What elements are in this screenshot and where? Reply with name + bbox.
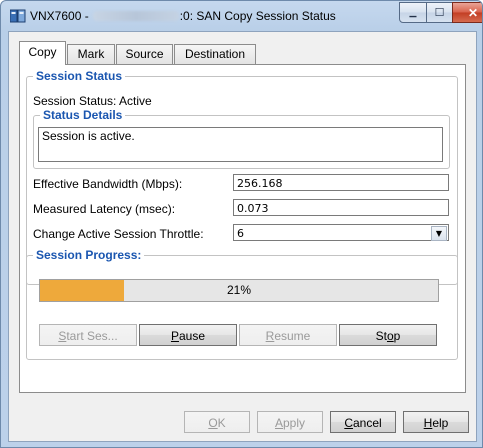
cancel-label-key: C [344, 416, 353, 430]
tab-destination-label: Destination [184, 47, 246, 61]
dialog-window: VNX7600 - :0: SAN Copy Session Status ▁ ☐… [0, 0, 483, 448]
start-label-post: tart Ses... [66, 329, 118, 343]
throttle-select[interactable]: 6 ▼ [233, 224, 449, 241]
minimize-icon: ▁ [409, 7, 417, 17]
apply-label-key: A [274, 416, 283, 430]
stop-button[interactable]: Stop [339, 324, 437, 346]
cancel-label-post: ancel [352, 416, 382, 430]
session-progress-percent: 21% [226, 283, 252, 297]
resume-label-key: R [265, 329, 275, 343]
ok-label-key: O [208, 416, 218, 430]
status-details-legend: Status Details [40, 108, 126, 122]
help-label-post: elp [432, 416, 449, 430]
dialog-client-area: Copy Mark Source Destination Session Sta… [8, 31, 477, 442]
session-status-legend: Session Status [33, 69, 126, 83]
session-progress-bar: 21% [39, 279, 439, 302]
help-button[interactable]: Help [403, 411, 469, 433]
redacted-address [92, 11, 179, 21]
throttle-value: 6 [237, 227, 244, 240]
resume-button[interactable]: Resume [239, 324, 337, 346]
window-title-suffix: :0: SAN Copy Session Status [179, 9, 336, 23]
stop-label-post: p [393, 329, 401, 343]
session-status-text: Session Status: Active [33, 94, 152, 108]
copy-tab-panel: Session Status Session Status: Active St… [19, 64, 466, 393]
status-details-box: Session is active. [38, 127, 443, 162]
pause-label-key: P [170, 329, 179, 343]
maximize-button[interactable]: ☐ [426, 2, 453, 23]
tab-destination[interactable]: Destination [174, 44, 256, 64]
session-progress-legend: Session Progress: [33, 248, 145, 262]
apply-button[interactable]: Apply [257, 411, 323, 433]
chevron-down-icon[interactable]: ▼ [431, 226, 447, 241]
tab-mark-label: Mark [77, 47, 105, 61]
ok-label-post: K [217, 416, 226, 430]
tab-copy[interactable]: Copy [19, 41, 66, 65]
bandwidth-field[interactable]: 256.168 [233, 174, 449, 191]
latency-label: Measured Latency (msec): [33, 202, 176, 216]
apply-label-post: pply [283, 416, 306, 430]
window-title: VNX7600 - :0: SAN Copy Session Status [30, 9, 336, 23]
bandwidth-label: Effective Bandwidth (Mbps): [33, 177, 183, 191]
pause-label-post: ause [178, 329, 206, 343]
resume-label-post: esume [274, 329, 311, 343]
start-session-button[interactable]: Start Ses... [39, 324, 137, 346]
stop-label-key: o [386, 329, 394, 343]
minimize-button[interactable]: ▁ [399, 2, 427, 23]
close-button[interactable]: ✕ [452, 2, 482, 23]
cancel-button[interactable]: Cancel [330, 411, 396, 433]
stop-label-pre: St [375, 329, 387, 343]
tab-source-label: Source [125, 47, 164, 61]
maximize-icon: ☐ [434, 7, 445, 19]
status-details-value: Session is active. [42, 129, 135, 143]
window-title-prefix: VNX7600 - [30, 9, 89, 23]
ok-button[interactable]: OK [184, 411, 250, 433]
throttle-label: Change Active Session Throttle: [33, 227, 204, 241]
tab-copy-label: Copy [28, 45, 57, 59]
close-icon: ✕ [467, 5, 479, 20]
bandwidth-value: 256.168 [237, 177, 283, 190]
latency-field[interactable]: 0.073 [233, 199, 449, 216]
title-bar[interactable]: VNX7600 - :0: SAN Copy Session Status ▁ ☐… [1, 1, 482, 31]
tab-source[interactable]: Source [116, 44, 173, 64]
storage-app-icon [9, 9, 26, 23]
tab-mark[interactable]: Mark [67, 44, 115, 64]
latency-value: 0.073 [237, 202, 269, 215]
pause-button[interactable]: Pause [139, 324, 237, 346]
